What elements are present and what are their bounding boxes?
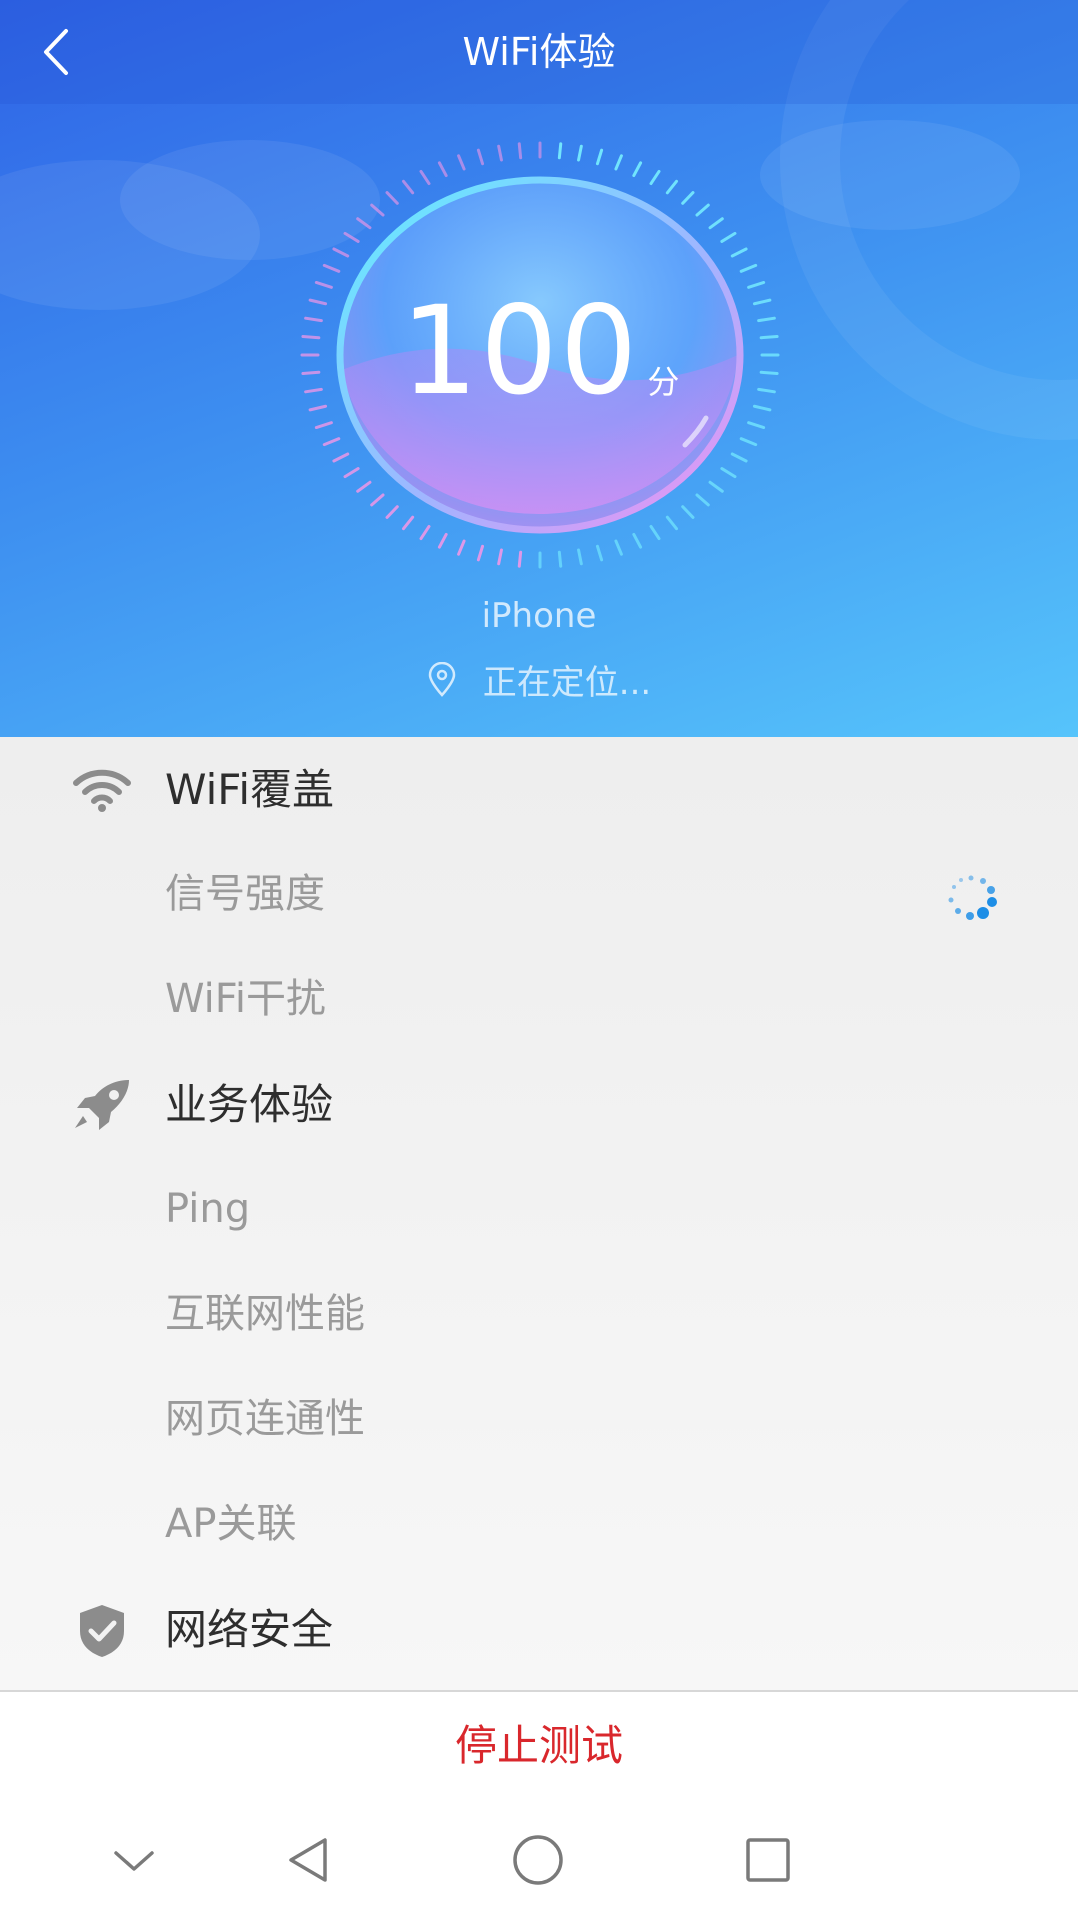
gauge-tick xyxy=(314,280,333,289)
gauge-tick xyxy=(739,263,758,273)
gauge-tick xyxy=(401,515,415,531)
section-label: 业务体验 xyxy=(165,1080,334,1129)
gauge-tick xyxy=(665,179,679,195)
system-nav-bar xyxy=(0,1800,1078,1920)
location-status: 正在定位... xyxy=(0,655,1078,704)
nav-back-button[interactable] xyxy=(276,1830,340,1890)
gauge-tick xyxy=(730,452,748,463)
gauge-tick xyxy=(343,467,360,479)
gauge-tick xyxy=(343,231,360,243)
gauge-tick xyxy=(681,191,695,205)
list-item-label: Ping xyxy=(165,1186,251,1232)
list-item-wifi-interference[interactable]: WiFi干扰 xyxy=(0,947,1078,1052)
gauge-tick xyxy=(649,169,661,186)
gauge-tick xyxy=(681,505,695,519)
gauge-tick xyxy=(747,280,766,289)
list-item-internet-performance[interactable]: 互联网性能 xyxy=(0,1262,1078,1367)
gauge-tick xyxy=(322,263,341,273)
gauge-tick xyxy=(577,144,583,162)
device-name: iPhone xyxy=(481,596,597,636)
nav-home-button[interactable] xyxy=(506,1830,570,1890)
chevron-down-icon xyxy=(114,1851,154,1871)
gauge-tick xyxy=(708,217,724,230)
section-label: 网络安全 xyxy=(165,1605,334,1654)
gauge-tick xyxy=(614,154,623,171)
gauge-tick xyxy=(595,544,604,562)
gauge-tick xyxy=(497,548,503,566)
gauge-tick xyxy=(497,144,503,162)
gauge-tick xyxy=(332,247,350,258)
shield-check-icon xyxy=(80,1605,124,1657)
gauge-tick xyxy=(370,493,385,507)
score-unit: 分 xyxy=(647,363,680,401)
gauge-tick xyxy=(649,524,661,541)
gauge-tick xyxy=(730,247,748,258)
page-title: WiFi体验 xyxy=(462,30,616,74)
gauge-tick xyxy=(614,539,623,556)
gauge-tick xyxy=(419,169,431,186)
nav-back-icon xyxy=(289,1838,327,1882)
gauge-tick xyxy=(517,550,523,568)
gauge-tick xyxy=(419,524,431,541)
hide-keyboard-button[interactable] xyxy=(102,1830,166,1890)
list-item-label: 互联网性能 xyxy=(165,1291,365,1337)
section-service-experience: 业务体验 xyxy=(0,1052,1078,1157)
gauge-tick xyxy=(332,452,350,463)
gauge-tick xyxy=(720,467,737,479)
list-item-label: WiFi干扰 xyxy=(165,976,326,1022)
stop-area: 停止测试 xyxy=(0,1692,1078,1800)
list-item-label: 信号强度 xyxy=(165,871,325,917)
nav-home-icon xyxy=(513,1835,563,1885)
section-wifi-coverage: WiFi覆盖 xyxy=(0,737,1078,842)
list-item-ping[interactable]: Ping xyxy=(0,1157,1078,1262)
gauge-tick xyxy=(632,532,643,549)
gauge-tick xyxy=(457,539,466,556)
location-pin-icon xyxy=(428,661,456,697)
loading-spinner-icon xyxy=(948,875,997,920)
list-item-signal-strength[interactable]: 信号强度 xyxy=(0,842,1078,947)
gauge-tick xyxy=(476,148,485,166)
gauge-tick xyxy=(401,179,415,195)
nav-recents-icon xyxy=(746,1838,790,1882)
gauge-tick xyxy=(695,493,710,507)
gauge-tick xyxy=(437,161,448,178)
section-label: WiFi覆盖 xyxy=(165,765,335,814)
list-item-ap-association[interactable]: AP关联 xyxy=(0,1472,1078,1577)
gauge-tick xyxy=(720,231,737,243)
gauge-tick xyxy=(665,515,679,531)
test-item-list: WiFi覆盖 信号强度 WiFi干扰 业务体验 Ping 互联网性能 网页连通性… xyxy=(0,737,1078,1690)
gauge-tick xyxy=(577,548,583,566)
gauge-tick xyxy=(695,203,710,217)
gauge-tick xyxy=(370,203,385,217)
rocket-icon xyxy=(75,1080,129,1130)
list-item-label: 网页连通性 xyxy=(165,1396,365,1442)
hero-header: WiFi体验 100 分 iPhone 正在定位... xyxy=(0,0,1078,737)
gauge-tick xyxy=(457,154,466,171)
gauge-tick xyxy=(385,191,399,205)
gauge-tick xyxy=(708,480,724,493)
nav-recents-button[interactable] xyxy=(736,1830,800,1890)
gauge-tick xyxy=(595,148,604,166)
gauge-tick xyxy=(476,544,485,562)
gauge-tick xyxy=(557,142,563,160)
top-bar: WiFi体验 xyxy=(0,0,1078,104)
gauge-tick xyxy=(437,532,448,549)
location-status-text: 正在定位... xyxy=(482,663,652,703)
score-value: 100 xyxy=(400,280,640,422)
gauge-tick xyxy=(356,480,372,493)
gauge-tick xyxy=(517,142,523,160)
gauge-tick xyxy=(632,161,643,178)
gauge-tick xyxy=(385,505,399,519)
wifi-icon xyxy=(73,769,131,812)
list-item-label: AP关联 xyxy=(165,1501,297,1547)
section-network-security: 网络安全 xyxy=(0,1577,1078,1682)
stop-test-button[interactable]: 停止测试 xyxy=(0,1692,1078,1800)
score-display: 100 分 xyxy=(290,290,790,440)
gauge-tick xyxy=(557,550,563,568)
list-item-web-connectivity[interactable]: 网页连通性 xyxy=(0,1367,1078,1472)
gauge-tick xyxy=(356,217,372,230)
